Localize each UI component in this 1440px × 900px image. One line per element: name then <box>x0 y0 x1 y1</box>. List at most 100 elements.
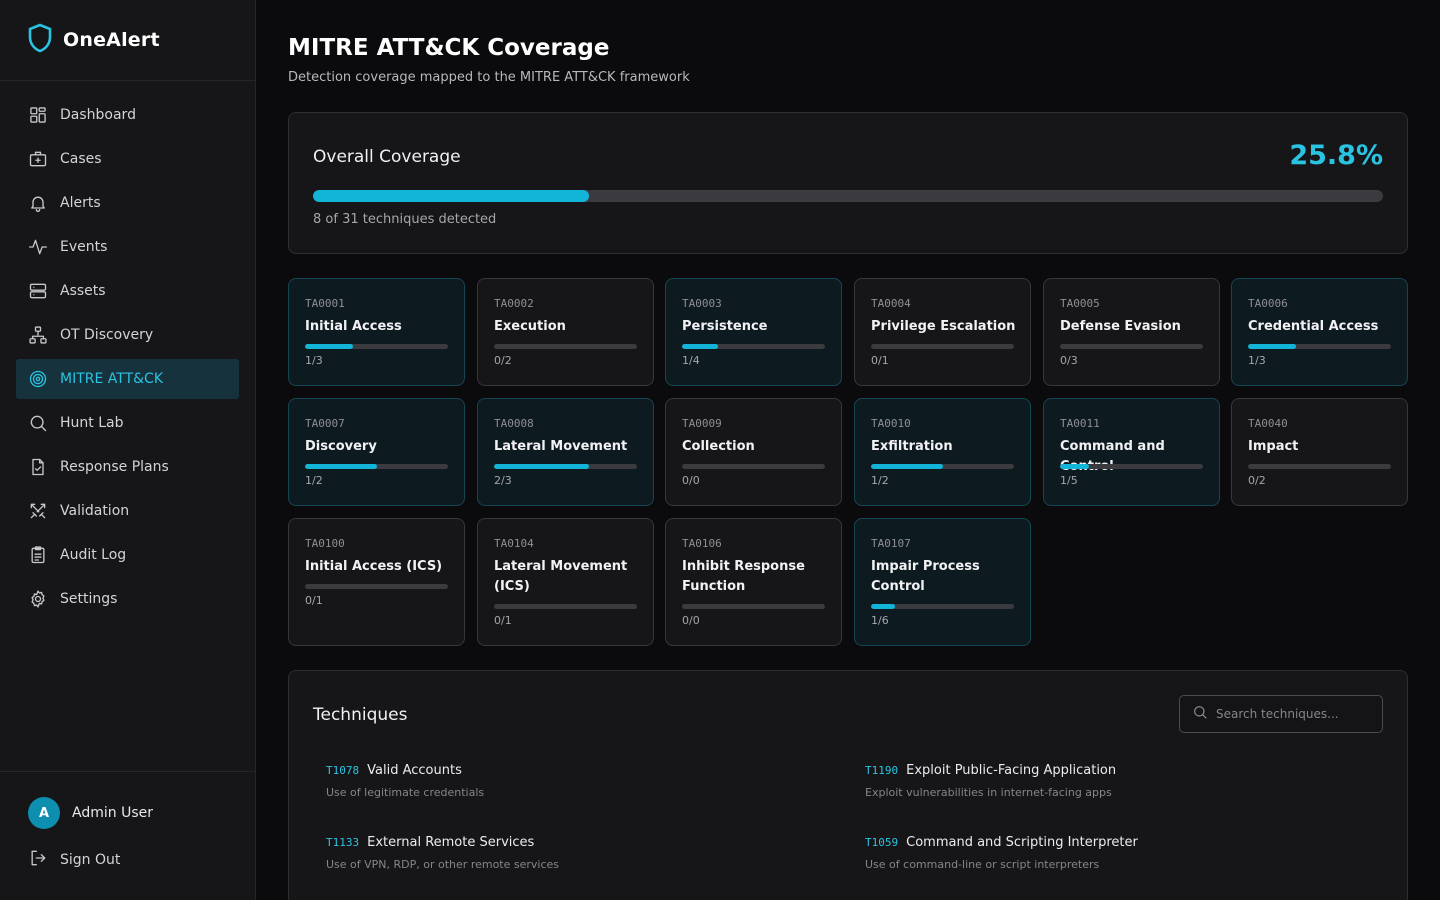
technique-name: Exploit Public-Facing Application <box>906 763 1117 778</box>
tactic-count: 1/2 <box>305 474 323 487</box>
tactic-name: Initial Access (ICS) <box>305 559 443 574</box>
techniques-panel: Techniques T1078 Valid Accounts Use of leg… <box>288 670 1408 900</box>
brand[interactable]: OneAlert <box>0 0 255 81</box>
tactic-card[interactable]: TA0107 Impair Process Control 1/6 <box>854 518 1031 646</box>
sidebar-item-validation[interactable]: Validation <box>16 491 239 531</box>
sidebar-item-ot-discovery[interactable]: OT Discovery <box>16 315 239 355</box>
sidebar-item-mitre-att-ck[interactable]: MITRE ATT&CK <box>16 359 239 399</box>
tactic-coverage-bar <box>305 464 448 469</box>
tactic-count: 1/4 <box>682 354 700 367</box>
sign-out-button[interactable]: Sign Out <box>28 848 255 872</box>
technique-description: Use of command-line or script interprete… <box>865 858 1100 871</box>
tactic-coverage-bar <box>871 604 1014 609</box>
dashboard-icon <box>28 105 48 125</box>
tactic-card[interactable]: TA0106 Inhibit Response Function 0/0 <box>665 518 842 646</box>
tactic-card[interactable]: TA0002 Execution 0/2 <box>477 278 654 386</box>
server-icon <box>28 281 48 301</box>
tactic-coverage-fill <box>871 464 943 469</box>
tactic-coverage-bar <box>305 584 448 589</box>
tactic-id: TA0100 <box>305 537 345 550</box>
tactic-name: Collection <box>682 439 755 454</box>
tactic-id: TA0003 <box>682 297 722 310</box>
tactic-coverage-bar <box>682 464 825 469</box>
sidebar-item-events[interactable]: Events <box>16 227 239 267</box>
sidebar-item-dashboard[interactable]: Dashboard <box>16 95 239 135</box>
tactic-count: 1/2 <box>871 474 889 487</box>
tactic-coverage-fill <box>1060 464 1089 469</box>
tactic-name: Persistence <box>682 319 768 334</box>
tactic-card[interactable]: TA0001 Initial Access 1/3 <box>288 278 465 386</box>
tactic-name: Defense Evasion <box>1060 319 1181 334</box>
tactic-count: 1/5 <box>1060 474 1078 487</box>
sign-out-label: Sign Out <box>60 852 121 868</box>
tactic-id: TA0002 <box>494 297 534 310</box>
technique-search-input[interactable] <box>1216 707 1376 721</box>
tactic-id: TA0004 <box>871 297 911 310</box>
tactic-card[interactable]: TA0100 Initial Access (ICS) 0/1 <box>288 518 465 646</box>
technique-item[interactable]: T1059 Command and Scripting Interpreter Us… <box>865 835 1365 871</box>
sidebar-item-settings[interactable]: Settings <box>16 579 239 619</box>
technique-search[interactable] <box>1179 695 1383 733</box>
overall-coverage-card: Overall Coverage 25.8% 8 of 31 technique… <box>288 112 1408 254</box>
page-subtitle: Detection coverage mapped to the MITRE A… <box>288 70 690 85</box>
user-profile[interactable]: A Admin User <box>28 796 255 830</box>
sidebar-item-label: Events <box>60 239 108 255</box>
gear-icon <box>28 589 48 609</box>
tactic-card[interactable]: TA0010 Exfiltration 1/2 <box>854 398 1031 506</box>
sidebar-item-assets[interactable]: Assets <box>16 271 239 311</box>
shield-icon <box>27 23 53 57</box>
tactic-card[interactable]: TA0005 Defense Evasion 0/3 <box>1043 278 1220 386</box>
tactic-id: TA0009 <box>682 417 722 430</box>
tactic-card[interactable]: TA0011 Command and Control1/5 <box>1043 398 1220 506</box>
tactic-id: TA0010 <box>871 417 911 430</box>
clipboard-icon <box>28 545 48 565</box>
tactic-coverage-bar <box>871 344 1014 349</box>
sidebar-item-audit-log[interactable]: Audit Log <box>16 535 239 575</box>
tactic-coverage-bar <box>1060 344 1203 349</box>
sidebar-item-hunt-lab[interactable]: Hunt Lab <box>16 403 239 443</box>
tactic-coverage-bar <box>871 464 1014 469</box>
brand-name: OneAlert <box>63 29 160 51</box>
overall-coverage-bar <box>313 190 1383 202</box>
tactic-card[interactable]: TA0104 Lateral Movement (ICS) 0/1 <box>477 518 654 646</box>
tactic-card[interactable]: TA0040 Impact 0/2 <box>1231 398 1408 506</box>
sidebar-nav: Dashboard Cases Alerts Events Assets OT Disco… <box>0 81 255 619</box>
tactic-name: Discovery <box>305 439 377 454</box>
sidebar-item-cases[interactable]: Cases <box>16 139 239 179</box>
technique-item[interactable]: T1078 Valid Accounts Use of legitimate cre… <box>326 763 826 799</box>
tactic-card[interactable]: TA0004 Privilege Escalation 0/1 <box>854 278 1031 386</box>
tactic-name: Impact <box>1248 439 1299 454</box>
overall-coverage-fill <box>313 190 590 202</box>
sidebar-item-alerts[interactable]: Alerts <box>16 183 239 223</box>
sidebar-item-label: OT Discovery <box>60 327 154 343</box>
sidebar: OneAlert Dashboard Cases Alerts Events Asset… <box>0 0 256 900</box>
technique-item[interactable]: T1190 Exploit Public-Facing Application Ex… <box>865 763 1365 799</box>
tactic-count: 0/2 <box>1248 474 1266 487</box>
tactic-card[interactable]: TA0009 Collection 0/0 <box>665 398 842 506</box>
tactic-coverage-bar <box>682 604 825 609</box>
sidebar-item-label: Hunt Lab <box>60 415 124 431</box>
tactic-card[interactable]: TA0006 Credential Access 1/3 <box>1231 278 1408 386</box>
tactic-name: Lateral Movement (ICS) <box>494 559 628 594</box>
tactic-card[interactable]: TA0008 Lateral Movement 2/3 <box>477 398 654 506</box>
tactic-coverage-bar <box>494 464 637 469</box>
sidebar-item-label: Validation <box>60 503 130 519</box>
tactic-card[interactable]: TA0007 Discovery 1/2 <box>288 398 465 506</box>
technique-item[interactable]: T1133 External Remote Services Use of VPN,… <box>326 835 826 871</box>
technique-id: T1078 <box>326 764 360 777</box>
tactic-coverage-fill <box>305 464 377 469</box>
tactic-id: TA0006 <box>1248 297 1288 310</box>
tactic-coverage-bar <box>1060 464 1203 469</box>
tactic-card[interactable]: TA0003 Persistence 1/4 <box>665 278 842 386</box>
tactic-name: Initial Access <box>305 319 402 334</box>
tactic-id: TA0007 <box>305 417 345 430</box>
tactic-count: 0/1 <box>871 354 889 367</box>
tactic-count: 1/3 <box>305 354 323 367</box>
sidebar-item-response-plans[interactable]: Response Plans <box>16 447 239 487</box>
activity-icon <box>28 237 48 257</box>
tactic-count: 0/3 <box>1060 354 1078 367</box>
technique-description: Use of legitimate credentials <box>326 786 485 799</box>
tactic-coverage-fill <box>1248 344 1296 349</box>
tactic-name: Exfiltration <box>871 439 953 454</box>
technique-name: Valid Accounts <box>367 763 462 778</box>
